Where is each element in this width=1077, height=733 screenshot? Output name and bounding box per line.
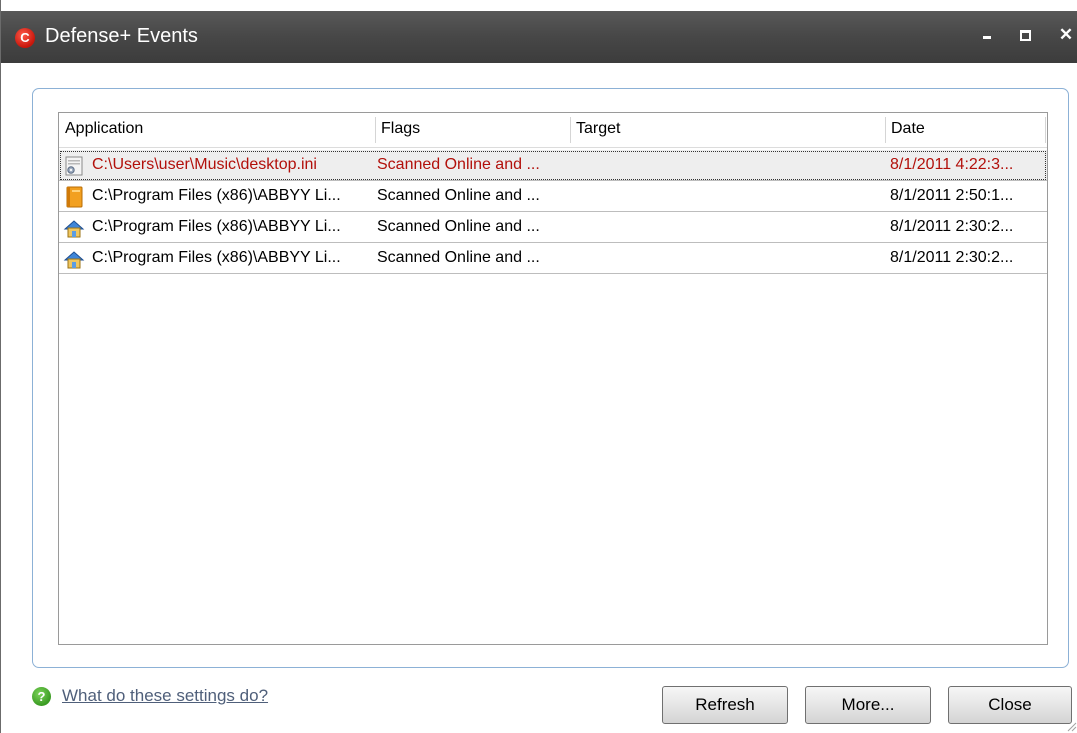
help-link[interactable]: What do these settings do?	[62, 686, 268, 706]
more-button[interactable]: More...	[805, 686, 931, 724]
cell-target	[575, 181, 875, 211]
cell-date: 8/1/2011 2:30:2...	[890, 218, 1014, 235]
resize-grip-icon[interactable]	[1065, 720, 1077, 732]
table-row[interactable]: C:\Program Files (x86)\ABBYY Li... Scann…	[59, 212, 1047, 243]
table-row[interactable]: C:\Program Files (x86)\ABBYY Li... Scann…	[59, 243, 1047, 274]
refresh-button[interactable]: Refresh	[662, 686, 788, 724]
events-list[interactable]: Application Flags Target Date C:\Users\u…	[58, 112, 1048, 645]
minimize-icon	[983, 36, 991, 39]
cell-flags: Scanned Online and ...	[377, 218, 540, 235]
cell-date: 8/1/2011 2:30:2...	[890, 249, 1014, 266]
cell-flags: Scanned Online and ...	[377, 249, 540, 266]
cell-application: C:\Program Files (x86)\ABBYY Li...	[92, 249, 341, 266]
installer-icon	[63, 220, 85, 238]
installer-icon	[63, 251, 85, 269]
close-button[interactable]: Close	[948, 686, 1072, 724]
book-icon	[66, 186, 83, 208]
cell-flags: Scanned Online and ...	[377, 187, 540, 204]
defense-events-window: C Defense+ Events ✕ Application Flags Ta…	[0, 0, 1077, 733]
close-icon: ✕	[1058, 25, 1074, 44]
cell-date: 8/1/2011 2:50:1...	[890, 187, 1014, 204]
cell-date: 8/1/2011 4:22:3...	[890, 156, 1014, 173]
table-row[interactable]: C:\Users\user\Music\desktop.ini Scanned …	[59, 150, 1047, 181]
close-window-button[interactable]: ✕	[1054, 23, 1077, 47]
list-header: Application Flags Target Date	[59, 113, 1047, 148]
cell-target	[575, 150, 875, 180]
cell-target	[575, 212, 875, 242]
maximize-icon	[1019, 30, 1031, 41]
cell-application: C:\Users\user\Music\desktop.ini	[92, 156, 317, 173]
cell-target	[575, 243, 875, 273]
title-bar[interactable]: C Defense+ Events ✕	[1, 11, 1077, 63]
ini-file-icon	[65, 156, 83, 176]
cell-application: C:\Program Files (x86)\ABBYY Li...	[92, 218, 341, 235]
column-header-date[interactable]: Date	[885, 113, 1045, 147]
window-title: Defense+ Events	[45, 25, 198, 47]
column-header-flags[interactable]: Flags	[375, 113, 570, 147]
minimize-button[interactable]	[975, 23, 999, 47]
column-header-application[interactable]: Application	[59, 113, 375, 147]
top-strip	[1, 0, 1077, 11]
table-row[interactable]: C:\Program Files (x86)\ABBYY Li... Scann…	[59, 181, 1047, 212]
cell-application: C:\Program Files (x86)\ABBYY Li...	[92, 187, 341, 204]
cell-flags: Scanned Online and ...	[377, 156, 540, 173]
comodo-logo-icon: C	[15, 28, 35, 48]
column-header-target[interactable]: Target	[570, 113, 885, 147]
help-icon[interactable]: ?	[32, 687, 51, 706]
maximize-button[interactable]	[1013, 23, 1037, 47]
column-separator[interactable]	[1045, 117, 1046, 143]
